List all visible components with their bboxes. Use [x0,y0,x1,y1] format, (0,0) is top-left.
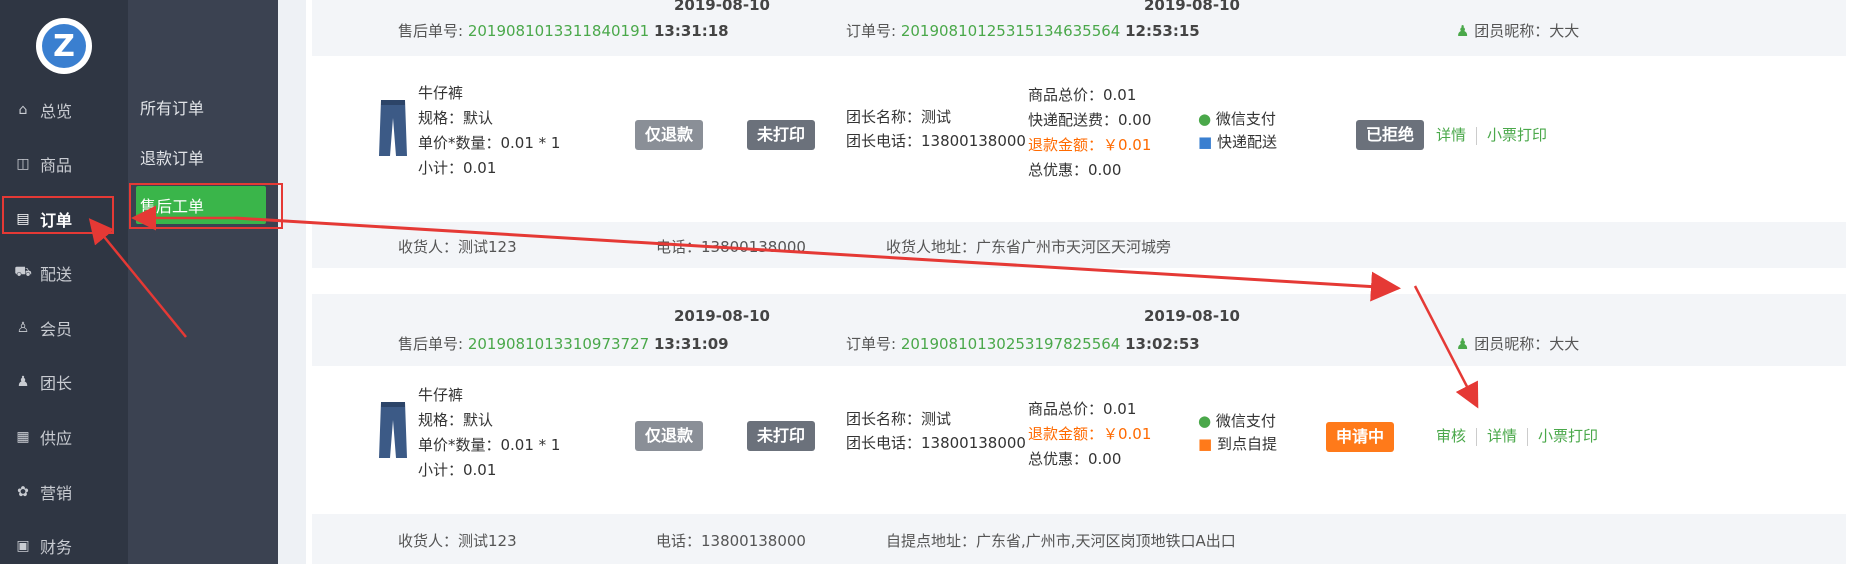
annotation-arrows [88,205,1479,409]
